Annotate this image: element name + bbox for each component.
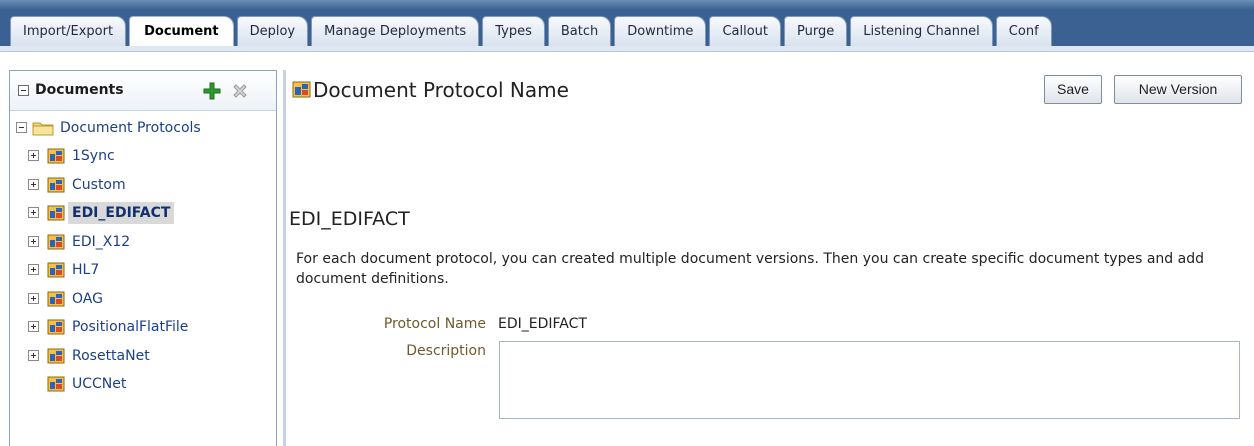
navigator-title: Documents bbox=[35, 82, 124, 98]
tree-item-positionalflatfile[interactable]: PositionalFlatFile bbox=[10, 316, 276, 338]
tree-item-label[interactable]: PositionalFlatFile bbox=[72, 316, 188, 338]
tree-root-label[interactable]: Document Protocols bbox=[60, 117, 201, 139]
tree-item-label[interactable]: HL7 bbox=[72, 259, 99, 281]
tree-item-label[interactable]: OAG bbox=[72, 288, 103, 310]
tree-item-oag[interactable]: OAG bbox=[10, 288, 276, 310]
tree-item-label[interactable]: Custom bbox=[72, 174, 126, 196]
tree-item-label[interactable]: RosettaNet bbox=[72, 345, 150, 367]
expand-icon[interactable] bbox=[28, 178, 39, 190]
document-protocol-icon bbox=[47, 376, 65, 392]
description-field[interactable] bbox=[499, 341, 1240, 419]
new-version-button[interactable]: New Version bbox=[1114, 75, 1242, 104]
panel-splitter[interactable] bbox=[283, 70, 286, 446]
tree-item-edi-x12[interactable]: EDI_X12 bbox=[10, 231, 276, 253]
document-protocol-icon bbox=[47, 291, 65, 306]
expand-icon[interactable] bbox=[28, 349, 39, 361]
tab-list: Import/Export Document Deploy Manage Deploy… bbox=[10, 16, 1052, 46]
document-protocol-icon bbox=[47, 234, 65, 249]
tab-conf[interactable]: Conf bbox=[995, 16, 1052, 46]
tab-types[interactable]: Types bbox=[482, 16, 545, 46]
tree-item-label[interactable]: EDI_EDIFACT bbox=[68, 202, 175, 224]
tab-bar-header-strip bbox=[0, 0, 1254, 10]
main-tab-bar: Import/Export Document Deploy Manage Deploy… bbox=[0, 0, 1254, 52]
tree-item-edi-edifact[interactable]: EDI_EDIFACT bbox=[10, 202, 276, 224]
save-button[interactable]: Save bbox=[1044, 75, 1102, 104]
tree-root-row[interactable]: Document Protocols bbox=[10, 117, 276, 139]
tree-item-rosettanet[interactable]: RosettaNet bbox=[10, 345, 276, 367]
navigator-header: Documents bbox=[10, 71, 276, 111]
tab-purge[interactable]: Purge bbox=[784, 16, 848, 46]
folder-icon bbox=[32, 122, 54, 136]
expand-icon[interactable] bbox=[28, 292, 39, 304]
expand-icon[interactable] bbox=[28, 207, 39, 218]
tab-import-export[interactable]: Import/Export bbox=[10, 16, 127, 46]
document-protocol-icon bbox=[47, 148, 65, 164]
tab-batch[interactable]: Batch bbox=[547, 16, 612, 46]
protocol-name-label: Protocol Name bbox=[383, 316, 486, 332]
expand-icon[interactable] bbox=[28, 264, 39, 275]
remove-icon[interactable] bbox=[230, 81, 250, 101]
tree-item-label[interactable]: EDI_X12 bbox=[72, 231, 130, 253]
section-title: EDI_EDIFACT bbox=[289, 208, 410, 230]
expand-icon[interactable] bbox=[28, 321, 39, 332]
tab-manage-deployments[interactable]: Manage Deployments bbox=[311, 16, 480, 46]
help-text: For each document protocol, you can crea… bbox=[296, 251, 1204, 287]
panel-title: Document Protocol Name bbox=[313, 78, 569, 102]
tree-item-uccnet[interactable]: UCCNet bbox=[10, 373, 276, 395]
document-protocol-icon bbox=[47, 177, 65, 192]
document-protocol-icon bbox=[292, 81, 311, 98]
tab-listening-channel[interactable]: Listening Channel bbox=[850, 16, 993, 46]
document-protocol-icon bbox=[47, 262, 65, 278]
tab-deploy[interactable]: Deploy bbox=[236, 16, 309, 46]
tab-downtime[interactable]: Downtime bbox=[614, 16, 707, 46]
tree-item-hl7[interactable]: HL7 bbox=[10, 259, 276, 281]
tab-callout[interactable]: Callout bbox=[709, 16, 781, 46]
description-label: Description bbox=[406, 343, 486, 359]
document-protocol-icon bbox=[47, 319, 65, 335]
tree-item-label[interactable]: 1Sync bbox=[72, 145, 115, 167]
document-protocol-icon bbox=[47, 205, 65, 221]
collapse-navigator-icon[interactable] bbox=[18, 85, 29, 96]
tree-item-1sync[interactable]: 1Sync bbox=[10, 145, 276, 167]
tab-document[interactable]: Document bbox=[129, 16, 234, 46]
tree-item-label[interactable]: UCCNet bbox=[72, 373, 126, 395]
documents-navigator: Documents Document Protocols 1Sync Custom… bbox=[9, 70, 277, 446]
add-icon[interactable] bbox=[202, 81, 222, 101]
tab-bar-underline bbox=[0, 46, 1254, 52]
collapse-root-icon[interactable] bbox=[16, 122, 27, 133]
expand-icon[interactable] bbox=[28, 235, 39, 247]
tree-item-custom[interactable]: Custom bbox=[10, 174, 276, 196]
expand-icon[interactable] bbox=[28, 150, 39, 161]
protocol-name-value: EDI_EDIFACT bbox=[498, 316, 587, 332]
document-protocol-icon bbox=[47, 348, 65, 363]
